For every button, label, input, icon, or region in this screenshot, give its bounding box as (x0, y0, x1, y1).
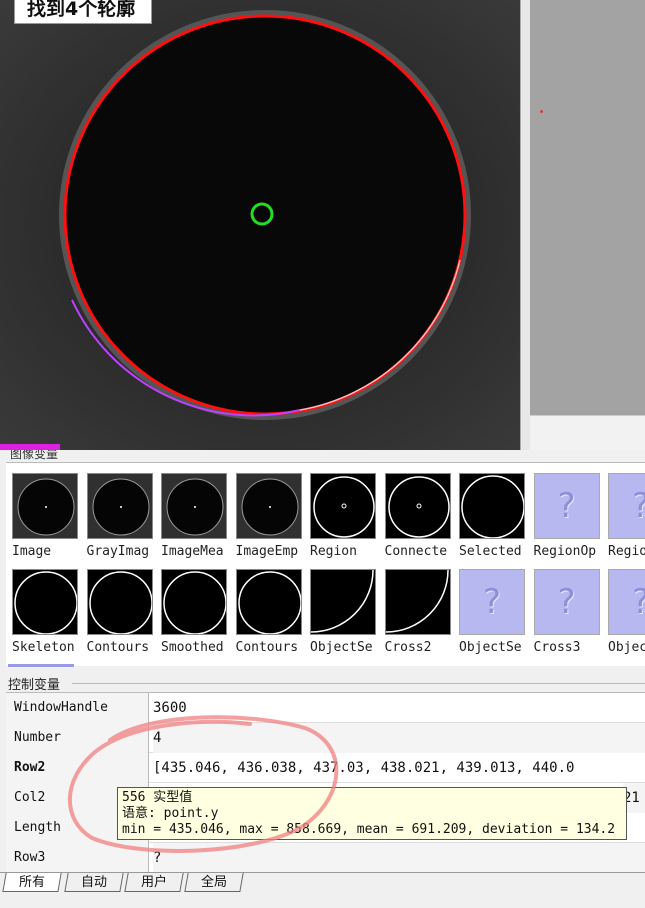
thumbnail-image (384, 473, 451, 539)
thumbnail-image (12, 473, 78, 539)
thumbnail-image (235, 569, 302, 635)
thumbnail-label: ImageEmp (235, 544, 299, 559)
image-variable-thumb[interactable]: Region (308, 471, 382, 567)
variable-row[interactable]: WindowHandle 3600 (6, 693, 645, 723)
control-variables-title: 控制变量 (8, 678, 61, 693)
thumbnail-image (86, 473, 153, 539)
question-icon: ? (608, 569, 645, 635)
tab-auto[interactable]: 自动 (64, 873, 124, 892)
variable-tabs: 所有 自动 用户 全局 (0, 872, 645, 892)
tab-user[interactable]: 用户 (124, 873, 184, 892)
window-edge (520, 0, 530, 450)
question-icon: ? (459, 569, 525, 635)
image-variable-thumb[interactable]: Skeleton (10, 567, 84, 663)
tooltip-line: 556 实型值 (122, 790, 193, 805)
variable-row[interactable]: Row2 [435.046, 436.038, 437.03, 438.021,… (6, 753, 645, 783)
image-canvas (0, 0, 530, 450)
thumbnail-label: Regio (608, 544, 645, 559)
image-variable-thumb[interactable]: GrayImag (85, 471, 159, 567)
tab-label: 用户 (141, 875, 168, 890)
image-variable-thumb[interactable]: Smoothed (159, 567, 233, 663)
thumbnail-image (161, 569, 227, 635)
question-icon: ? (533, 473, 600, 539)
thumbnail-label: ObjectSe (310, 640, 373, 655)
tab-label: 全局 (201, 875, 228, 890)
image-variable-thumb[interactable]: Contours (234, 567, 308, 663)
variable-name: Number (6, 723, 149, 753)
image-variable-thumb[interactable]: ObjectSe (308, 567, 382, 663)
variable-value: 3600 (153, 700, 187, 716)
image-variable-thumb[interactable]: ImageEmp (234, 471, 308, 567)
image-variable-thumb[interactable]: ? Regio (606, 471, 645, 567)
variable-value: ? (153, 843, 645, 873)
tab-label: 自动 (81, 875, 108, 890)
variable-name: Row2 (6, 753, 149, 783)
image-variable-thumb[interactable]: Image (10, 471, 84, 567)
image-variables-panel: Image GrayImag ImageMea ImageEmp Region Conne… (6, 462, 645, 666)
graphics-window[interactable]: 找到4个轮廓 (0, 0, 530, 450)
status-label: 找到4个轮廓 (14, 0, 153, 24)
control-variables-table: WindowHandle 3600 Number 4 Row2 [435.046… (6, 692, 645, 873)
thumbnail-image (310, 569, 376, 635)
thumbnail-label: RegionOp (533, 544, 597, 559)
tab-label: 所有 (19, 875, 46, 890)
thumbnail-image (384, 569, 451, 635)
variable-row[interactable]: Number 4 (6, 723, 645, 753)
marker-dot (540, 110, 543, 113)
thumbnail-image (161, 473, 227, 539)
thumbnail-label: Cross2 (384, 640, 432, 655)
workspace-strip (530, 415, 645, 450)
variable-name: Row3 (6, 843, 149, 873)
thumbnail-label: Selected (459, 544, 522, 559)
thumbnail-image (310, 473, 376, 539)
image-variable-thumb[interactable]: ? ObjectSe (457, 567, 531, 663)
thumbnail-image (459, 473, 525, 539)
thumbnail-label: Skeleton (12, 640, 75, 655)
question-icon: ? (533, 569, 600, 635)
variable-value: [435.046, 436.038, 437.03, 438.021, 439.… (153, 760, 575, 776)
thumbnail-image (12, 569, 78, 635)
variable-row[interactable]: Row3 ? (6, 843, 645, 873)
thumbnail-label: Region (310, 544, 357, 559)
thumbnail-label: Smoothed (161, 640, 224, 655)
image-variable-thumb[interactable]: ImageMea (159, 471, 233, 567)
workspace-background (530, 0, 645, 415)
thumbnail-label: Image (12, 544, 52, 559)
image-variable-thumb[interactable]: Contours (85, 567, 159, 663)
status-strip (0, 892, 645, 908)
thumbnail-label: Connecte (384, 544, 448, 559)
image-variable-thumb[interactable]: Cross2 (383, 567, 457, 663)
image-variable-thumb[interactable]: Selected (457, 471, 531, 567)
thumbnail-image (235, 473, 302, 539)
thumbnail-label: GrayImag (86, 544, 150, 559)
variable-value: 4 (153, 723, 645, 753)
tab-all[interactable]: 所有 (2, 873, 62, 892)
variable-name: WindowHandle (6, 693, 149, 723)
thumbnail-label: Objec (608, 640, 645, 655)
tooltip-line: min = 435.046, max = 858.669, mean = 691… (122, 822, 616, 837)
value-tooltip: 556 实型值 语意: point.y min = 435.046, max =… (117, 787, 627, 840)
image-variable-thumb[interactable]: ? Objec (606, 567, 645, 663)
thumbnail-label: ObjectSe (459, 640, 522, 655)
section-divider (72, 683, 645, 684)
tooltip-line: 语意: point.y (122, 806, 219, 821)
thumbnail-label: Cross3 (533, 640, 581, 655)
thumbnail-image (86, 569, 153, 635)
tab-global[interactable]: 全局 (184, 873, 244, 892)
image-variable-thumb[interactable]: ? RegionOp (532, 471, 606, 567)
selection-indicator (8, 664, 74, 667)
thumbnail-label: Contours (235, 640, 299, 655)
thumbnail-label: Contours (86, 640, 150, 655)
thumbnail-label: ImageMea (161, 544, 224, 559)
question-icon: ? (608, 473, 645, 539)
image-variable-thumb[interactable]: Connecte (383, 471, 457, 567)
image-variable-thumb[interactable]: ? Cross3 (532, 567, 606, 663)
